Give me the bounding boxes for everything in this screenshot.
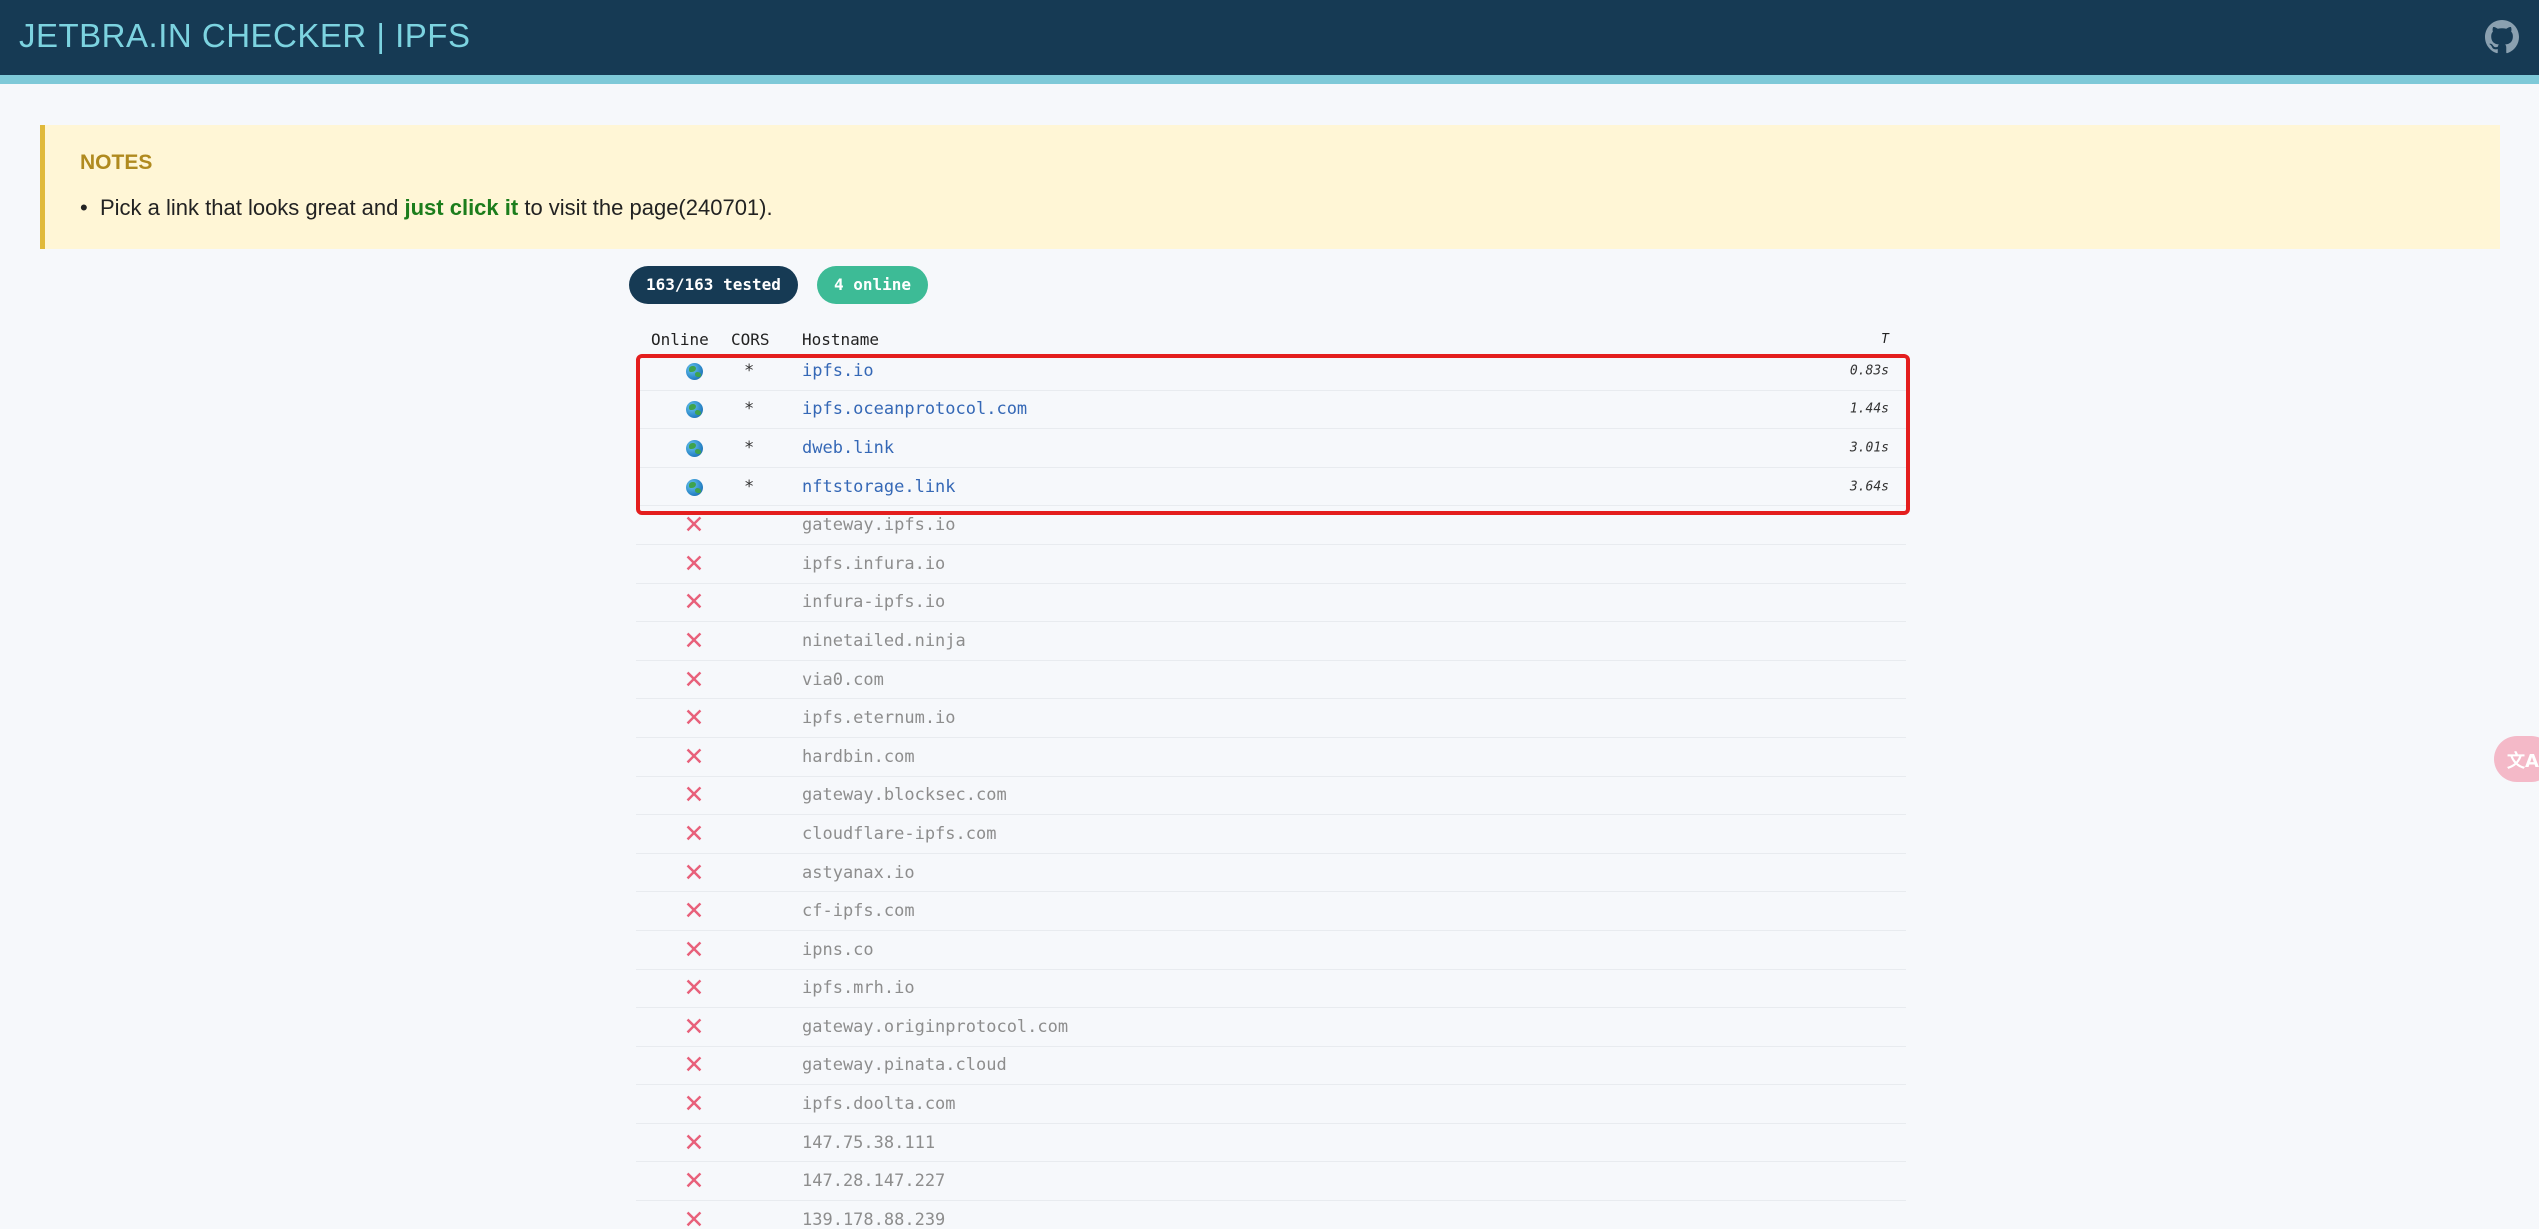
response-time: 3.01s	[1849, 440, 1889, 456]
header-stripe	[0, 75, 2539, 84]
table-row: ✕ 147.75.38.111	[636, 1124, 1906, 1163]
table-row: ✕ infura-ipfs.io	[636, 584, 1906, 623]
cors-cell: *	[744, 399, 755, 420]
hostname-link: hardbin.com	[802, 746, 915, 767]
column-header-hostname: Hostname	[802, 330, 880, 349]
cross-icon: ✕	[683, 741, 705, 771]
hostname-link: ninetailed.ninja	[802, 630, 966, 651]
hostname-link[interactable]: dweb.link	[802, 438, 894, 458]
cross-icon: ✕	[683, 1166, 705, 1196]
cross-icon: ✕	[683, 548, 705, 578]
cross-icon: ✕	[683, 934, 705, 964]
online-count-badge: 4 online	[817, 266, 929, 304]
table-row: * ipfs.io 0.83s	[636, 352, 1906, 391]
column-header-online: Online	[651, 330, 709, 349]
bullet-icon: •	[80, 195, 88, 220]
table-row: ✕ 147.28.147.227	[636, 1162, 1906, 1202]
cors-cell: *	[744, 437, 755, 458]
table-row: ✕ cf-ipfs.com	[636, 892, 1906, 931]
table-row: * nftstorage.link 3.64s	[636, 468, 1906, 507]
table-row: ✕ ipfs.infura.io	[636, 545, 1906, 584]
notes-highlight: just click it	[404, 195, 519, 220]
cross-icon: ✕	[683, 973, 705, 1003]
globe-icon	[683, 360, 705, 382]
notes-text-after: to visit the page(240701).	[518, 195, 773, 220]
table-row: ✕ 139.178.88.239	[636, 1201, 1906, 1229]
cross-icon: ✕	[683, 1089, 705, 1119]
hostname-link: ipfs.infura.io	[802, 553, 946, 574]
table-row: ✕ astyanax.io	[636, 854, 1906, 893]
tested-count-badge: 163/163 tested	[629, 266, 798, 304]
table-row: ✕ ipfs.eternum.io	[636, 699, 1906, 738]
table-row: ✕ gateway.originprotocol.com	[636, 1008, 1906, 1047]
hostname-link: gateway.pinata.cloud	[802, 1055, 1007, 1076]
table-row: ✕ gateway.ipfs.io	[636, 506, 1906, 545]
cross-icon: ✕	[683, 1204, 705, 1229]
globe-icon	[683, 398, 705, 420]
hostname-link: cloudflare-ipfs.com	[802, 823, 997, 844]
hostname-link: ipfs.mrh.io	[802, 978, 915, 999]
notes-title: NOTES	[80, 151, 153, 174]
table-row: ✕ cloudflare-ipfs.com	[636, 815, 1906, 854]
translate-icon: 文A	[2507, 751, 2539, 772]
hostname-link[interactable]: nftstorage.link	[802, 477, 956, 497]
hostname-link: infura-ipfs.io	[802, 592, 946, 613]
cors-cell: *	[744, 476, 755, 497]
table-row: ✕ ipns.co	[636, 931, 1906, 970]
table-row: * ipfs.oceanprotocol.com 1.44s	[636, 391, 1906, 430]
hostname-link: gateway.ipfs.io	[802, 515, 956, 536]
site-title[interactable]: JETBRA.IN CHECKER | IPFS	[19, 17, 470, 55]
notes-text-before: Pick a link that looks great and	[100, 195, 405, 220]
hostname-link: 147.75.38.111	[802, 1132, 936, 1153]
table-row: ✕ hardbin.com	[636, 738, 1906, 777]
cross-icon: ✕	[683, 896, 705, 926]
cors-cell: *	[744, 360, 755, 381]
hostname-link: cf-ipfs.com	[802, 901, 915, 922]
cross-icon: ✕	[683, 587, 705, 617]
table-row: ✕ gateway.blocksec.com	[636, 777, 1906, 816]
notes-item: • Pick a link that looks great and just …	[80, 195, 773, 221]
cross-icon: ✕	[683, 857, 705, 887]
translate-widget[interactable]: 文A	[2494, 736, 2539, 782]
cross-icon: ✕	[683, 625, 705, 655]
table-body: * ipfs.io 0.83s * ipfs.oceanprotocol.com 1.44…	[636, 352, 1906, 1229]
notes-panel: NOTES • Pick a link that looks great and…	[40, 125, 2500, 249]
column-header-time: T	[1881, 332, 1889, 347]
github-icon[interactable]	[2485, 20, 2519, 54]
table-header: Online CORS Hostname T	[636, 327, 1906, 352]
hostname-link: ipfs.doolta.com	[802, 1094, 956, 1115]
globe-icon	[683, 437, 705, 459]
app-header: JETBRA.IN CHECKER | IPFS	[0, 0, 2539, 75]
table-row: ✕ ipfs.doolta.com	[636, 1085, 1906, 1124]
hostname-link: gateway.originprotocol.com	[802, 1016, 1069, 1037]
cross-icon: ✕	[683, 664, 705, 694]
cross-icon: ✕	[683, 1050, 705, 1080]
table-row: * dweb.link 3.01s	[636, 429, 1906, 468]
table-row: ✕ via0.com	[636, 661, 1906, 700]
hostname-link: 147.28.147.227	[802, 1171, 946, 1192]
hostname-link[interactable]: ipfs.oceanprotocol.com	[802, 399, 1027, 419]
hostname-link: via0.com	[802, 669, 884, 690]
hostname-link: ipns.co	[802, 939, 874, 960]
table-row: ✕ gateway.pinata.cloud	[636, 1047, 1906, 1086]
response-time: 1.44s	[1849, 401, 1889, 417]
table-row: ✕ ipfs.mrh.io	[636, 970, 1906, 1009]
cross-icon: ✕	[683, 780, 705, 810]
hostname-link: gateway.blocksec.com	[802, 785, 1007, 806]
gateway-table: Online CORS Hostname T * ipfs.io 0.83s * ipf…	[636, 327, 1906, 1229]
table-row: ✕ ninetailed.ninja	[636, 622, 1906, 661]
response-time: 0.83s	[1849, 363, 1889, 379]
hostname-link: ipfs.eternum.io	[802, 708, 956, 729]
cross-icon: ✕	[683, 1127, 705, 1157]
hostname-link: astyanax.io	[802, 862, 915, 883]
globe-icon	[683, 476, 705, 498]
hostname-link: 139.178.88.239	[802, 1209, 946, 1229]
cross-icon: ✕	[683, 1011, 705, 1041]
column-header-cors: CORS	[731, 330, 770, 349]
cross-icon: ✕	[683, 703, 705, 733]
hostname-link[interactable]: ipfs.io	[802, 361, 874, 381]
response-time: 3.64s	[1849, 479, 1889, 495]
cross-icon: ✕	[683, 818, 705, 848]
cross-icon: ✕	[683, 510, 705, 540]
